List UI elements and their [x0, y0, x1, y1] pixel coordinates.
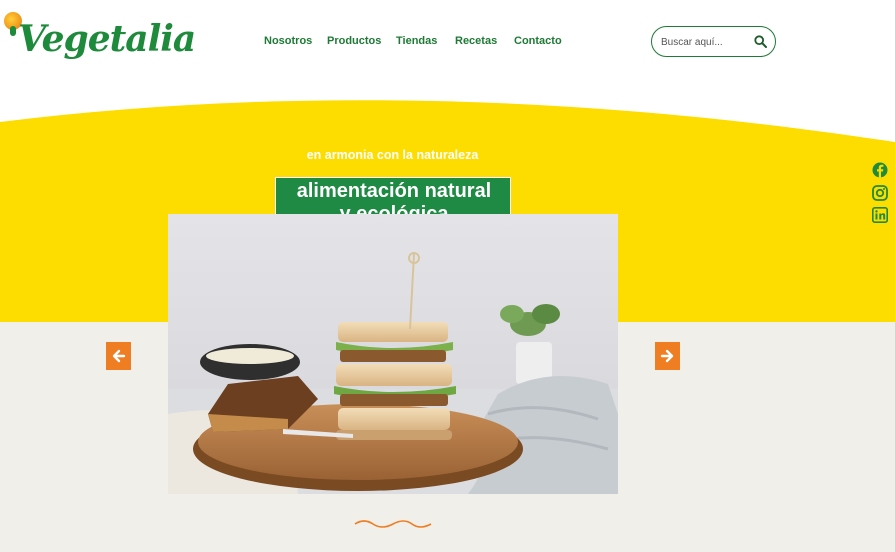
- carousel-prev-button[interactable]: [106, 342, 131, 370]
- facebook-icon[interactable]: [872, 162, 888, 178]
- nav-productos[interactable]: Productos: [327, 35, 381, 47]
- search-icon[interactable]: [754, 35, 767, 48]
- nav-nosotros[interactable]: Nosotros: [264, 35, 312, 47]
- hero-headline-line-1: alimentación natural: [296, 180, 492, 202]
- carousel-next-button[interactable]: [655, 342, 680, 370]
- search-box: [651, 26, 776, 57]
- search-input[interactable]: [661, 35, 751, 49]
- vegetalia-logo[interactable]: Vegetalia: [4, 10, 196, 72]
- instagram-icon[interactable]: [872, 185, 888, 201]
- nav-recetas[interactable]: Recetas: [455, 35, 497, 47]
- arrow-left-icon: [112, 349, 126, 363]
- nav-contacto[interactable]: Contacto: [514, 35, 562, 47]
- arrow-right-icon: [660, 349, 674, 363]
- logo-text: Vegetalia: [18, 18, 196, 60]
- hero-tagline: en armonia con la naturaleza: [306, 148, 479, 162]
- sandwich-photo: [168, 214, 618, 494]
- nav-tiendas[interactable]: Tiendas: [396, 35, 437, 47]
- wave-divider-icon: [354, 520, 432, 528]
- linkedin-icon[interactable]: [872, 207, 888, 223]
